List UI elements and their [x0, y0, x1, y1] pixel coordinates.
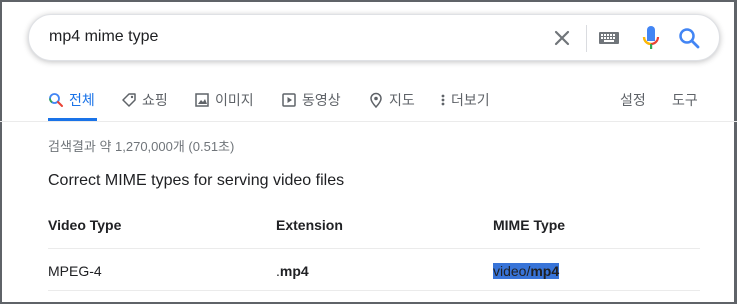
tab-label: 동영상	[302, 92, 341, 108]
tab-all[interactable]: 전체	[48, 89, 95, 111]
tab-more[interactable]: 더보기	[440, 89, 490, 111]
mime-bold: mp4	[530, 263, 560, 279]
table-header-row: Video Type Extension MIME Type	[48, 206, 700, 249]
video-type-cell: MPEG-4	[48, 263, 102, 279]
mime-type-cell-selected[interactable]: video/mp4	[493, 263, 560, 279]
image-icon	[195, 93, 209, 107]
search-icon	[49, 93, 63, 107]
tab-label: 쇼핑	[142, 92, 168, 108]
tab-label: 전체	[69, 92, 95, 108]
mime-plain: video/	[493, 263, 531, 279]
tag-icon	[122, 93, 136, 107]
map-pin-icon	[370, 92, 382, 108]
tab-label: 더보기	[451, 92, 490, 108]
play-icon	[282, 93, 296, 107]
extension-cell: .mp4	[276, 263, 309, 279]
tools-link[interactable]: 도구	[672, 89, 698, 111]
tools-label: 도구	[672, 92, 698, 108]
tab-label: 이미지	[215, 92, 254, 108]
tab-videos[interactable]: 동영상	[281, 89, 341, 111]
tab-label: 지도	[389, 92, 415, 108]
tab-shopping[interactable]: 쇼핑	[121, 89, 168, 111]
column-header: Extension	[276, 217, 343, 233]
settings-label: 설정	[620, 92, 646, 108]
tabs-divider	[0, 121, 737, 122]
more-vert-icon	[441, 94, 445, 106]
extension-bold: mp4	[279, 263, 309, 279]
mime-table: Video Type Extension MIME Type MPEG-4 .m…	[48, 206, 700, 291]
featured-snippet-title: Correct MIME types for serving video fil…	[48, 172, 345, 189]
result-stats: 검색결과 약 1,270,000개 (0.51초)	[48, 139, 235, 154]
table-row: MPEG-4 .mp4 video/mp4	[48, 249, 700, 291]
tab-maps[interactable]: 지도	[368, 89, 415, 111]
settings-link[interactable]: 설정	[620, 89, 646, 111]
column-header: Video Type	[48, 217, 122, 233]
column-header: MIME Type	[493, 217, 566, 233]
tab-images[interactable]: 이미지	[194, 89, 254, 111]
search-tabs: 전체 쇼핑 이미지 동영상 지도 더보기 설정 도구	[0, 0, 737, 122]
